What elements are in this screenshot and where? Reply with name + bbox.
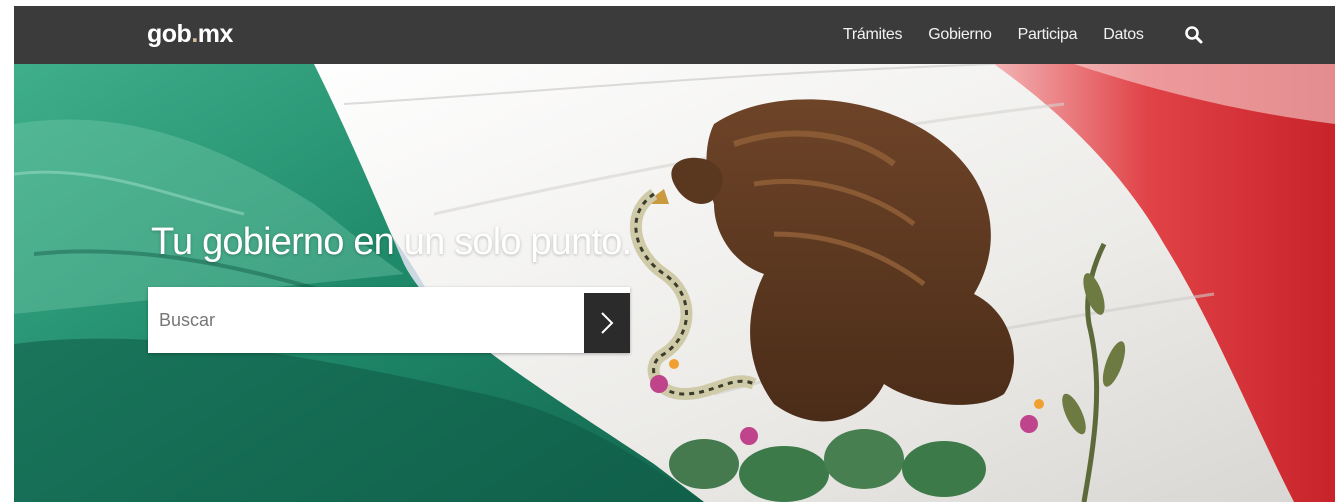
- page: gob.mx Trámites Gobierno Participa Datos: [14, 6, 1335, 502]
- gobmx-logo[interactable]: gob.mx: [147, 20, 233, 49]
- hero-banner: Tu gobierno en un solo punto.: [14, 64, 1335, 502]
- nav-link-tramites[interactable]: Trámites: [843, 26, 903, 44]
- main-nav: Trámites Gobierno Participa Datos: [843, 6, 1170, 64]
- mexican-flag-image: [14, 64, 1335, 502]
- nav-link-participa[interactable]: Participa: [1018, 26, 1078, 44]
- top-navbar: gob.mx Trámites Gobierno Participa Datos: [14, 6, 1335, 64]
- logo-suffix: mx: [197, 20, 234, 48]
- hero-search-box: [148, 287, 630, 353]
- nav-link-gobierno[interactable]: Gobierno: [928, 26, 992, 44]
- search-icon[interactable]: [1184, 25, 1204, 45]
- nav-link-datos[interactable]: Datos: [1103, 26, 1144, 44]
- hero-search-submit-button[interactable]: [584, 293, 630, 353]
- hero-search-input[interactable]: [148, 287, 584, 353]
- logo-text: gob: [147, 20, 192, 48]
- hero-tagline: Tu gobierno en un solo punto.: [151, 221, 632, 263]
- chevron-right-icon: [601, 312, 614, 334]
